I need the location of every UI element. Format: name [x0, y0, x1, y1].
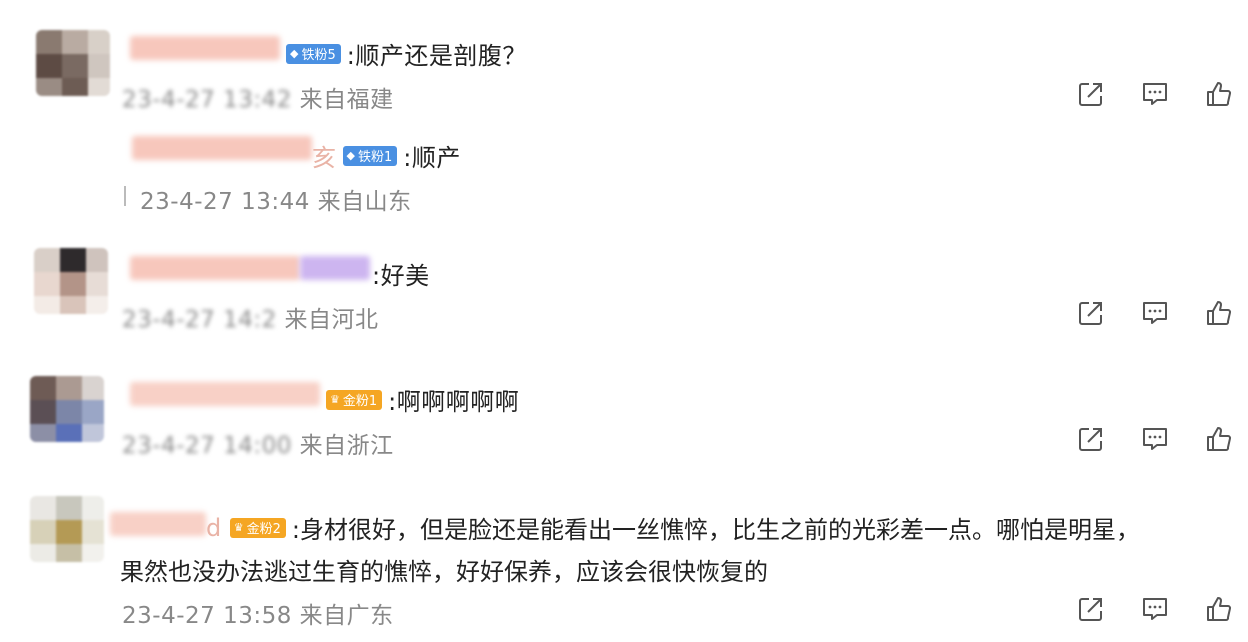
avatar[interactable] — [34, 248, 108, 314]
avatar[interactable] — [30, 376, 104, 442]
reply-button[interactable] — [1140, 424, 1170, 454]
share-icon — [1079, 428, 1102, 451]
fan-badge[interactable]: ◆ 铁粉5 — [286, 43, 341, 64]
like-icon — [1207, 301, 1232, 325]
comment-line: :好美 — [372, 256, 430, 291]
crown-icon: ♛ — [330, 393, 340, 406]
like-button[interactable] — [1204, 298, 1234, 328]
fan-badge[interactable]: ♛ 金粉2 — [229, 517, 286, 538]
comment-text: :身材很好，但是脸还是能看出一丝憔悴，比生之前的光彩差一点。哪怕是明星， — [291, 516, 1140, 544]
comment-text-continued: 果然也没办法逃过生育的憔悴，好好保养，应该会很快恢复的 — [120, 558, 768, 586]
comment-icon — [1143, 83, 1167, 105]
reply-button[interactable] — [1140, 79, 1170, 109]
comment-meta: 23-4-27 14:00 来自浙江 — [122, 426, 394, 460]
avatar[interactable] — [30, 496, 104, 562]
reply-button[interactable] — [1140, 594, 1170, 624]
comment-line-continued: 果然也没办法逃过生育的憔悴，好好保养，应该会很快恢复的 — [120, 552, 768, 587]
username-obscured[interactable] — [110, 512, 206, 536]
like-icon — [1207, 597, 1232, 621]
comment-icon — [1143, 302, 1167, 324]
comment-icon — [1143, 598, 1167, 620]
crown-icon: ♛ — [233, 521, 244, 534]
username-obscured[interactable] — [130, 382, 320, 406]
comment-actions — [1076, 298, 1234, 328]
username-obscured[interactable] — [300, 256, 370, 280]
comment-time: 23-4-27 13:44 — [140, 189, 310, 215]
comment-meta: 23-4-27 13:42 来自福建 — [122, 80, 394, 114]
comment-meta: 23-4-27 13:58 来自广东 — [122, 596, 394, 630]
comment-location: 来自浙江 — [299, 433, 394, 459]
comment-text: :啊啊啊啊啊 — [388, 388, 520, 416]
share-icon — [1079, 598, 1102, 621]
comment-location: 来自河北 — [284, 307, 379, 333]
comment-location: 来自广东 — [299, 603, 394, 629]
username-obscured[interactable] — [130, 36, 280, 60]
username-obscured[interactable] — [132, 136, 312, 160]
comment-actions — [1076, 594, 1234, 624]
comment-time: 23-4-27 14:00 — [122, 433, 292, 459]
diamond-icon: ◆ — [346, 149, 355, 162]
comment-icon — [1143, 428, 1167, 450]
share-icon — [1079, 302, 1102, 325]
avatar[interactable] — [36, 30, 110, 96]
share-button[interactable] — [1076, 594, 1106, 624]
share-button[interactable] — [1076, 298, 1106, 328]
comment-meta: 23-4-27 13:44 来自山东 — [140, 182, 412, 216]
comment-time: 23-4-27 13:58 — [122, 603, 292, 629]
comment-text: :顺产 — [403, 144, 461, 172]
username-obscured[interactable] — [130, 256, 300, 280]
like-button[interactable] — [1204, 424, 1234, 454]
like-icon — [1207, 427, 1232, 451]
reply-button[interactable] — [1140, 298, 1170, 328]
like-button[interactable] — [1204, 594, 1234, 624]
comment-location: 来自福建 — [299, 87, 394, 113]
comment-text: :顺产还是剖腹？ — [346, 42, 527, 70]
share-button[interactable] — [1076, 79, 1106, 109]
comment-line: ♛ 金粉1 :啊啊啊啊啊 — [326, 382, 519, 417]
fan-badge[interactable]: ♛ 金粉1 — [326, 389, 383, 410]
comment-actions — [1076, 79, 1234, 109]
username-suffix: 亥 — [312, 144, 337, 172]
comment-actions — [1076, 424, 1234, 454]
like-button[interactable] — [1204, 79, 1234, 109]
divider — [124, 186, 126, 206]
comment-time: 23-4-27 14:2 — [122, 307, 277, 333]
fan-badge[interactable]: ◆ 铁粉1 — [342, 145, 398, 166]
comment-line: ◆ 铁粉5 :顺产还是剖腹？ — [286, 36, 527, 71]
comment-line: 亥 ◆ 铁粉1 :顺产 — [312, 138, 461, 173]
comment-line: d ♛ 金粉2 :身材很好，但是脸还是能看出一丝憔悴，比生之前的光彩差一点。哪怕… — [206, 510, 1140, 545]
comment-text: :好美 — [372, 262, 430, 290]
diamond-icon: ◆ — [290, 47, 299, 60]
username-suffix: d — [206, 513, 222, 542]
comment-meta: 23-4-27 14:2 来自河北 — [122, 300, 379, 334]
like-icon — [1207, 82, 1232, 106]
share-button[interactable] — [1076, 424, 1106, 454]
comment-location: 来自山东 — [317, 189, 412, 215]
comment-time: 23-4-27 13:42 — [122, 87, 292, 113]
share-icon — [1079, 83, 1102, 106]
